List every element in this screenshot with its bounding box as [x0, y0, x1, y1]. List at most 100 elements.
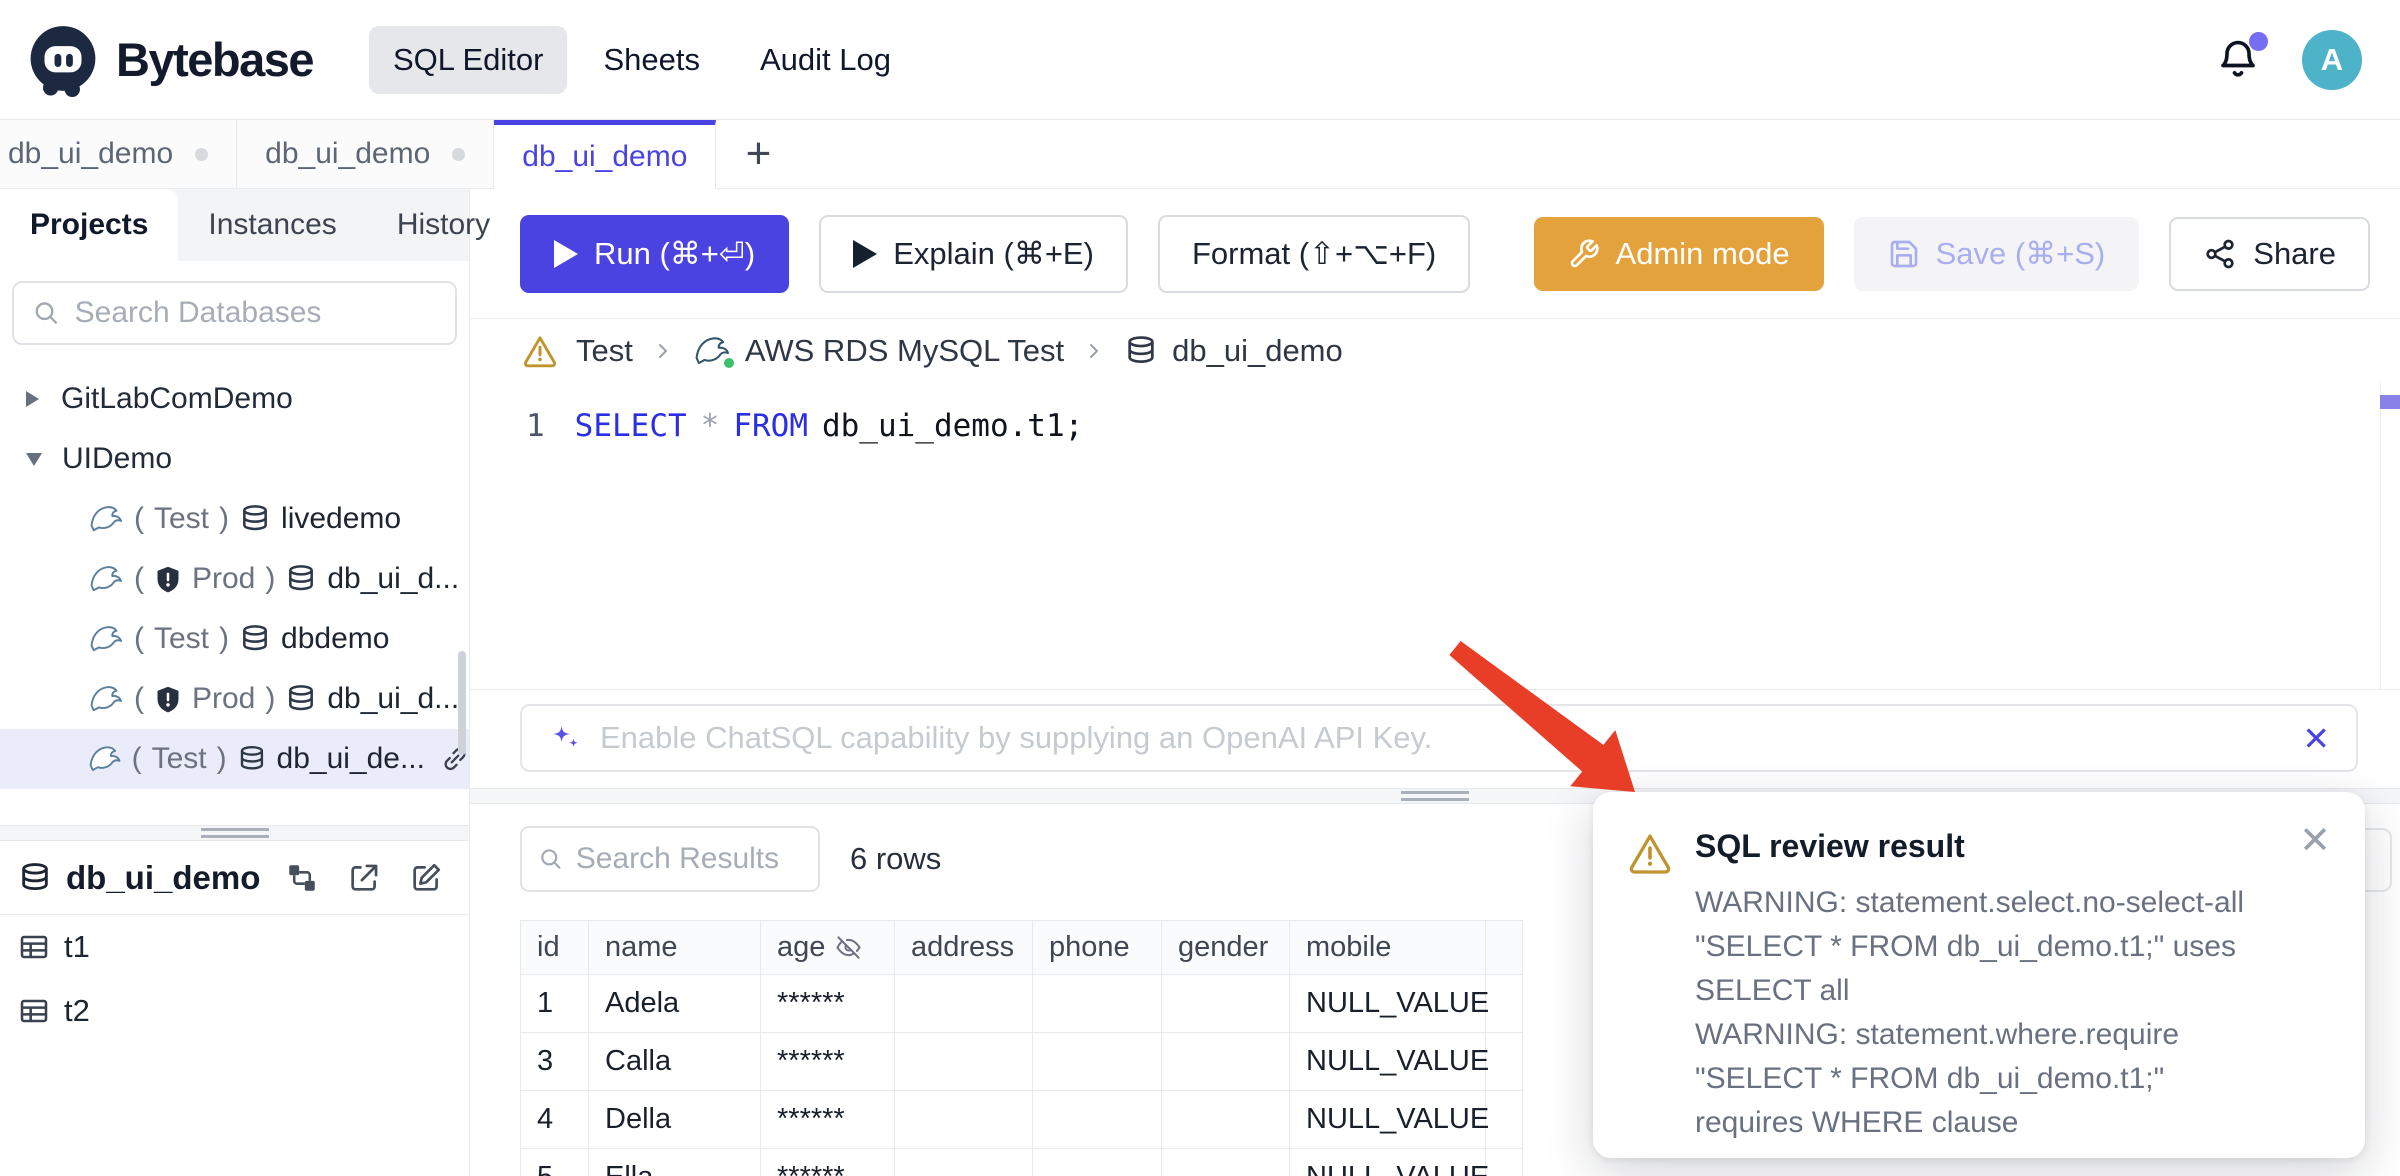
- selected-database-name: db_ui_demo: [66, 859, 260, 897]
- database-panel: db_ui_demo: [0, 841, 469, 1176]
- search-icon: [538, 844, 564, 874]
- search-databases-input[interactable]: [75, 296, 437, 330]
- mysql-dolphin-icon: [88, 684, 124, 714]
- format-button[interactable]: Format (⇧+⌥+F): [1158, 215, 1470, 293]
- code-line: 1 SELECT * FROM db_ui_demo.t1;: [470, 403, 2400, 449]
- shield-prod-icon: [154, 685, 182, 713]
- bytebase-logo-icon: [26, 23, 100, 97]
- nav-sql-editor[interactable]: SQL Editor: [369, 26, 567, 94]
- admin-mode-button[interactable]: Admin mode: [1534, 217, 1824, 291]
- sheet-tab-2[interactable]: db_ui_demo: [237, 120, 494, 189]
- sidebar-splitter[interactable]: [0, 825, 469, 841]
- nav-audit-log[interactable]: Audit Log: [736, 26, 915, 94]
- tree-db-selected[interactable]: ( Test ) db_ui_de...: [0, 729, 469, 789]
- unsaved-dot: [195, 148, 208, 161]
- sql-editor[interactable]: 1 SELECT * FROM db_ui_demo.t1;: [470, 383, 2400, 690]
- sheet-tab-1[interactable]: db_ui_demo: [0, 120, 237, 189]
- share-icon: [2203, 237, 2237, 271]
- tree-project-gitlabcomdemo[interactable]: GitLabComDemo: [0, 369, 469, 429]
- database-icon: [239, 623, 271, 655]
- tree-project-uidemo[interactable]: UIDemo: [0, 429, 469, 489]
- editor-scrollbar-thumb[interactable]: [2380, 395, 2400, 409]
- connection-breadcrumb: Test AWS RDS MySQL Test: [470, 319, 2400, 383]
- explain-button[interactable]: Explain (⌘+E): [819, 215, 1128, 293]
- wrench-icon: [1568, 238, 1600, 270]
- tree-db-prod-1[interactable]: ( Prod ) db_ui_d...: [0, 549, 469, 609]
- warning-triangle-icon: [522, 333, 558, 369]
- sql-review-popup: SQL review result WARNING: statement.sel…: [1593, 792, 2365, 1158]
- share-button[interactable]: Share: [2169, 217, 2370, 291]
- mysql-dolphin-icon: [88, 564, 124, 594]
- play-icon: [554, 240, 578, 268]
- sidebar: Projects Instances History GitLabComDemo…: [0, 189, 470, 1176]
- col-address[interactable]: address: [895, 921, 1033, 975]
- sql-keyword: SELECT: [575, 403, 687, 449]
- mysql-dolphin-icon: [88, 504, 124, 534]
- col-name[interactable]: name: [589, 921, 761, 975]
- review-warning-rule: WARNING: statement.select.no-select-all: [1695, 881, 2280, 925]
- drag-handle-icon: [1401, 791, 1469, 801]
- schema-diagram-button[interactable]: [285, 861, 319, 895]
- sheet-tab-label: db_ui_demo: [522, 140, 687, 174]
- main-nav: SQL Editor Sheets Audit Log: [369, 26, 915, 94]
- popup-messages: WARNING: statement.select.no-select-all …: [1695, 881, 2280, 1145]
- play-icon: [853, 240, 877, 268]
- external-link-icon: [347, 861, 381, 895]
- popup-close-icon[interactable]: ✕: [2299, 822, 2331, 860]
- table-item-t2[interactable]: t2: [0, 979, 469, 1043]
- table-icon: [18, 931, 50, 963]
- caret-down-icon[interactable]: [26, 453, 42, 466]
- col-id[interactable]: id: [521, 921, 589, 975]
- caret-right-icon[interactable]: [26, 391, 39, 407]
- add-tab-button[interactable]: +: [716, 120, 800, 189]
- sheet-tab-3-active[interactable]: db_ui_demo: [494, 120, 716, 189]
- schema-diagram-icon: [285, 861, 319, 895]
- review-warning-rule: WARNING: statement.where.require: [1695, 1013, 2280, 1057]
- col-phone[interactable]: phone: [1033, 921, 1162, 975]
- banner-close-icon[interactable]: ✕: [2302, 719, 2330, 758]
- app-header: Bytebase SQL Editor Sheets Audit Log A: [0, 0, 2400, 120]
- chatsql-banner-text: Enable ChatSQL capability by supplying a…: [600, 720, 1432, 756]
- tree-db-dbdemo[interactable]: ( Test ) dbdemo: [0, 609, 469, 669]
- database-search[interactable]: [12, 281, 457, 345]
- breadcrumb-database[interactable]: db_ui_demo: [1124, 333, 1343, 369]
- chevron-right-icon: [651, 339, 675, 363]
- run-button[interactable]: Run (⌘+⏎): [520, 215, 789, 293]
- database-icon: [285, 683, 317, 715]
- breadcrumb-environment[interactable]: Test: [576, 333, 633, 369]
- tree-db-prod-2[interactable]: ( Prod ) db_ui_d...: [0, 669, 469, 729]
- sidebar-tab-projects[interactable]: Projects: [0, 189, 178, 261]
- sheet-tab-label: db_ui_demo: [8, 137, 173, 171]
- notifications-button[interactable]: [2216, 38, 2260, 82]
- search-results-input[interactable]: [576, 842, 802, 876]
- sql-keyword: FROM: [733, 403, 808, 449]
- results-search[interactable]: [520, 826, 820, 892]
- popup-title: SQL review result: [1695, 828, 2280, 865]
- search-icon: [32, 297, 61, 329]
- database-icon: [1124, 334, 1158, 368]
- tabbar-filler: [800, 120, 2400, 189]
- chevron-right-icon: [1082, 339, 1106, 363]
- brand-title: Bytebase: [116, 32, 313, 87]
- sidebar-tab-instances[interactable]: Instances: [178, 189, 366, 261]
- breadcrumb-instance[interactable]: AWS RDS MySQL Test: [693, 333, 1064, 369]
- sql-star: *: [687, 403, 734, 449]
- table-icon: [18, 995, 50, 1027]
- review-warning-detail: "SELECT * FROM db_ui_demo.t1;" uses SELE…: [1695, 930, 2236, 1007]
- tree-scrollbar[interactable]: [458, 651, 466, 755]
- table-row: 1 Adela ****** NULL_VALUE: [521, 975, 1523, 1033]
- project-tree: GitLabComDemo UIDemo ( Test ) livedemo: [0, 355, 469, 825]
- sheet-tabbar: db_ui_demo db_ui_demo db_ui_demo +: [0, 120, 2400, 189]
- sql-text: db_ui_demo.t1;: [822, 403, 1083, 449]
- tree-db-livedemo[interactable]: ( Test ) livedemo: [0, 489, 469, 549]
- mysql-dolphin-icon: [88, 624, 124, 654]
- nav-sheets[interactable]: Sheets: [579, 26, 724, 94]
- open-database-button[interactable]: [347, 861, 381, 895]
- save-button[interactable]: Save (⌘+S): [1854, 217, 2140, 291]
- col-mobile[interactable]: mobile: [1290, 921, 1486, 975]
- table-item-t1[interactable]: t1: [0, 915, 469, 979]
- avatar[interactable]: A: [2302, 30, 2362, 90]
- col-age[interactable]: age: [761, 921, 895, 975]
- edit-database-button[interactable]: [409, 861, 443, 895]
- col-gender[interactable]: gender: [1162, 921, 1290, 975]
